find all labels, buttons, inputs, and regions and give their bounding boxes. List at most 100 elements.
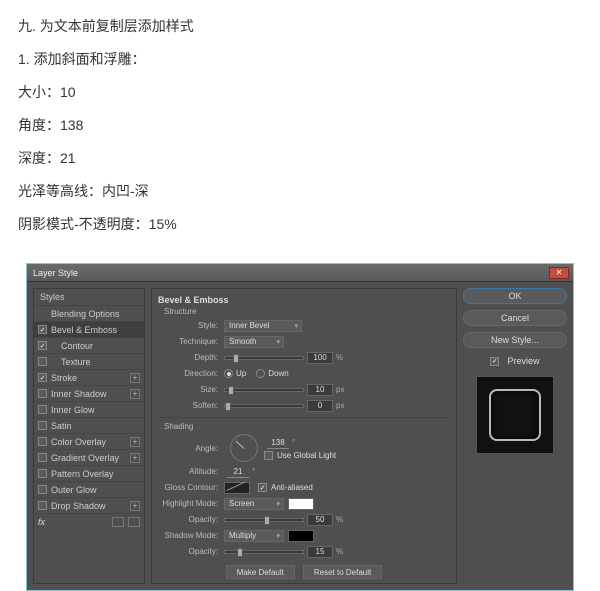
inner-glow-checkbox[interactable]: [38, 405, 47, 414]
shadow-opacity-unit: %: [336, 547, 343, 556]
shadow-opacity-slider[interactable]: [224, 550, 304, 554]
depth-slider[interactable]: [224, 356, 304, 360]
footer-icon[interactable]: [112, 517, 124, 527]
inner-shadow-checkbox[interactable]: [38, 389, 47, 398]
highlight-opacity-slider[interactable]: [224, 518, 304, 522]
article-text: 九. 为文本前复制层添加样式 1. 添加斜面和浮雕： 大小：10 角度：138 …: [0, 0, 600, 257]
stroke-add-icon[interactable]: +: [130, 373, 140, 383]
close-button[interactable]: ✕: [549, 267, 569, 279]
highlight-opacity-unit: %: [336, 515, 343, 524]
altitude-row: Altitude: 21 °: [158, 464, 450, 479]
antialiased-label: Anti-aliased: [271, 483, 313, 492]
style-row-gradient-overlay[interactable]: Gradient Overlay+: [34, 449, 144, 465]
bevel-emboss-checkbox[interactable]: [38, 325, 47, 334]
bevel-emboss-panel: Bevel & Emboss Structure Style: Inner Be…: [151, 288, 457, 584]
color-overlay-add-icon[interactable]: +: [130, 437, 140, 447]
satin-checkbox[interactable]: [38, 421, 47, 430]
style-row-color-overlay[interactable]: Color Overlay+: [34, 433, 144, 449]
inner-shadow-add-icon[interactable]: +: [130, 389, 140, 399]
angle-dial[interactable]: [230, 434, 258, 462]
direction-down-radio[interactable]: [256, 369, 265, 378]
style-row: Style: Inner Bevel: [158, 318, 450, 333]
style-row-bevel-emboss[interactable]: Bevel & Emboss: [34, 321, 144, 337]
depth-value[interactable]: 100: [307, 352, 333, 364]
blending-options-label: Blending Options: [51, 309, 140, 319]
gloss-row: Gloss Contour: Anti-aliased: [158, 480, 450, 495]
ok-button[interactable]: OK: [463, 288, 567, 304]
shadow-mode-select[interactable]: Multiply: [224, 530, 284, 542]
style-row-outer-glow[interactable]: Outer Glow: [34, 481, 144, 497]
preview-checkbox[interactable]: [490, 357, 499, 366]
highlight-color-swatch[interactable]: [288, 498, 314, 510]
dialog-body: Styles Blending OptionsBevel & EmbossCon…: [27, 282, 573, 590]
drop-shadow-label: Drop Shadow: [51, 501, 130, 511]
gradient-overlay-label: Gradient Overlay: [51, 453, 130, 463]
contour-checkbox[interactable]: [38, 341, 47, 350]
global-light-checkbox[interactable]: [264, 451, 273, 460]
shadow-opacity-value[interactable]: 15: [307, 546, 333, 558]
highlight-mode-label: Highlight Mode:: [158, 499, 224, 508]
texture-checkbox[interactable]: [38, 357, 47, 366]
article-line: 大小：10: [18, 82, 582, 103]
highlight-mode-select[interactable]: Screen: [224, 498, 284, 510]
size-value[interactable]: 10: [307, 384, 333, 396]
antialiased-checkbox[interactable]: [258, 483, 267, 492]
style-row-inner-shadow[interactable]: Inner Shadow+: [34, 385, 144, 401]
pattern-overlay-label: Pattern Overlay: [51, 469, 140, 479]
highlight-opacity-value[interactable]: 50: [307, 514, 333, 526]
panel-title: Bevel & Emboss: [158, 295, 450, 305]
article-line: 1. 添加斜面和浮雕：: [18, 49, 582, 70]
inner-glow-label: Inner Glow: [51, 405, 140, 415]
soften-slider[interactable]: [224, 404, 304, 408]
drop-shadow-add-icon[interactable]: +: [130, 501, 140, 511]
fx-label: fx: [38, 517, 45, 527]
shadow-color-swatch[interactable]: [288, 530, 314, 542]
layer-style-dialog: Layer Style ✕ Styles Blending OptionsBev…: [26, 263, 574, 591]
trash-icon[interactable]: [128, 517, 140, 527]
titlebar[interactable]: Layer Style ✕: [27, 264, 573, 282]
soften-value[interactable]: 0: [307, 400, 333, 412]
direction-up-radio[interactable]: [224, 369, 233, 378]
preview-inner: [489, 389, 541, 441]
style-select[interactable]: Inner Bevel: [224, 320, 302, 332]
technique-select[interactable]: Smooth: [224, 336, 284, 348]
stroke-checkbox[interactable]: [38, 373, 47, 382]
gradient-overlay-checkbox[interactable]: [38, 453, 47, 462]
style-row-satin[interactable]: Satin: [34, 417, 144, 433]
shadow-opacity-row: Opacity: 15 %: [158, 544, 450, 559]
size-slider[interactable]: [224, 388, 304, 392]
size-label: Size:: [158, 385, 224, 394]
reset-default-button[interactable]: Reset to Default: [303, 565, 382, 579]
depth-label: Depth:: [158, 353, 224, 362]
stroke-label: Stroke: [51, 373, 130, 383]
shading-label: Shading: [164, 422, 450, 431]
global-light-label: Use Global Light: [277, 451, 336, 460]
altitude-label: Altitude:: [158, 467, 224, 476]
pattern-overlay-checkbox[interactable]: [38, 469, 47, 478]
style-row-stroke[interactable]: Stroke+: [34, 369, 144, 385]
altitude-value[interactable]: 21: [227, 466, 249, 478]
angle-value[interactable]: 138: [267, 437, 289, 449]
gloss-contour-picker[interactable]: [224, 482, 250, 494]
new-style-button[interactable]: New Style...: [463, 332, 567, 348]
preview-row: Preview: [463, 356, 567, 366]
soften-row: Soften: 0 px: [158, 398, 450, 413]
make-default-button[interactable]: Make Default: [226, 565, 295, 579]
preview-thumbnail: [476, 376, 554, 454]
color-overlay-checkbox[interactable]: [38, 437, 47, 446]
style-row-blending-options[interactable]: Blending Options: [34, 305, 144, 321]
style-row-texture[interactable]: Texture: [34, 353, 144, 369]
style-row-contour[interactable]: Contour: [34, 337, 144, 353]
cancel-button[interactable]: Cancel: [463, 310, 567, 326]
gloss-label: Gloss Contour:: [158, 483, 224, 492]
styles-panel: Styles Blending OptionsBevel & EmbossCon…: [33, 288, 145, 584]
outer-glow-checkbox[interactable]: [38, 485, 47, 494]
style-row-inner-glow[interactable]: Inner Glow: [34, 401, 144, 417]
depth-unit: %: [336, 353, 343, 362]
style-row-drop-shadow[interactable]: Drop Shadow+: [34, 497, 144, 513]
shadow-mode-label: Shadow Mode:: [158, 531, 224, 540]
style-row-pattern-overlay[interactable]: Pattern Overlay: [34, 465, 144, 481]
gradient-overlay-add-icon[interactable]: +: [130, 453, 140, 463]
drop-shadow-checkbox[interactable]: [38, 501, 47, 510]
styles-footer: fx: [34, 513, 144, 530]
